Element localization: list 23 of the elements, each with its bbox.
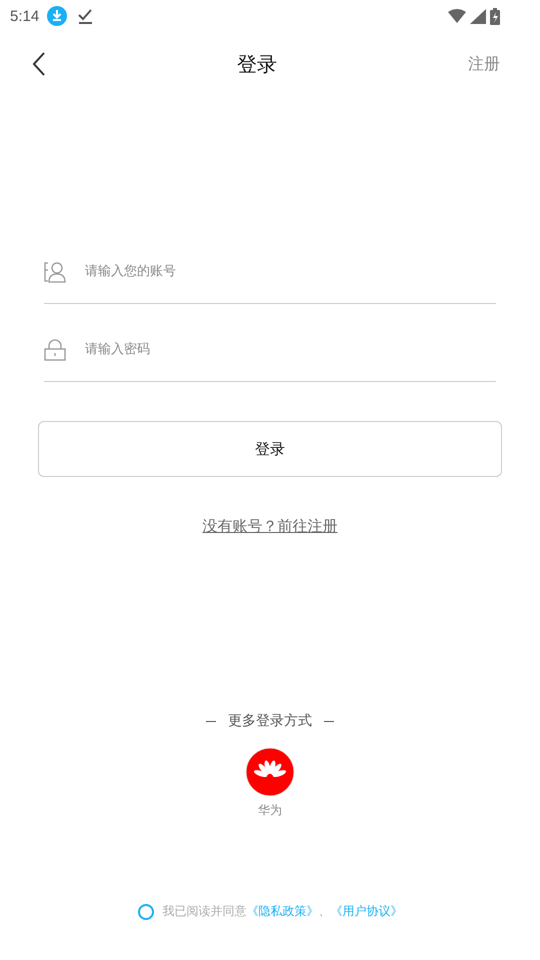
agreement-text: 我已阅读并同意 <box>162 903 246 920</box>
agree-radio[interactable] <box>138 904 154 920</box>
input-field[interactable]: 请输入密码 <box>83 336 496 362</box>
input-field[interactable]: 请输入您的账号 <box>83 258 496 284</box>
status-time: 5:14 <box>10 8 40 24</box>
signal-icon <box>470 8 486 24</box>
wifi-icon <box>448 9 466 23</box>
download-icon <box>47 6 68 26</box>
back-icon[interactable] <box>32 52 46 76</box>
register-link[interactable]: 注册 <box>468 54 500 74</box>
agreement-link[interactable]: 《隐私政策》 <box>246 903 318 920</box>
page-title: 登录 <box>237 50 277 78</box>
user-icon <box>44 260 66 282</box>
lock-icon <box>44 338 66 360</box>
flower-logo-icon[interactable] <box>245 747 295 797</box>
provider-label: 华为 <box>258 802 282 819</box>
checkmark-icon <box>77 8 94 24</box>
agreement-link[interactable]: 《用户协议》 <box>330 903 402 920</box>
separator-text: 、 <box>318 903 330 920</box>
battery-icon <box>490 8 500 24</box>
login-button[interactable]: 登录 <box>38 421 502 477</box>
more-login-label: 更多登录方式 <box>228 712 312 730</box>
register-link[interactable]: 没有账号？前往注册 <box>202 517 338 536</box>
